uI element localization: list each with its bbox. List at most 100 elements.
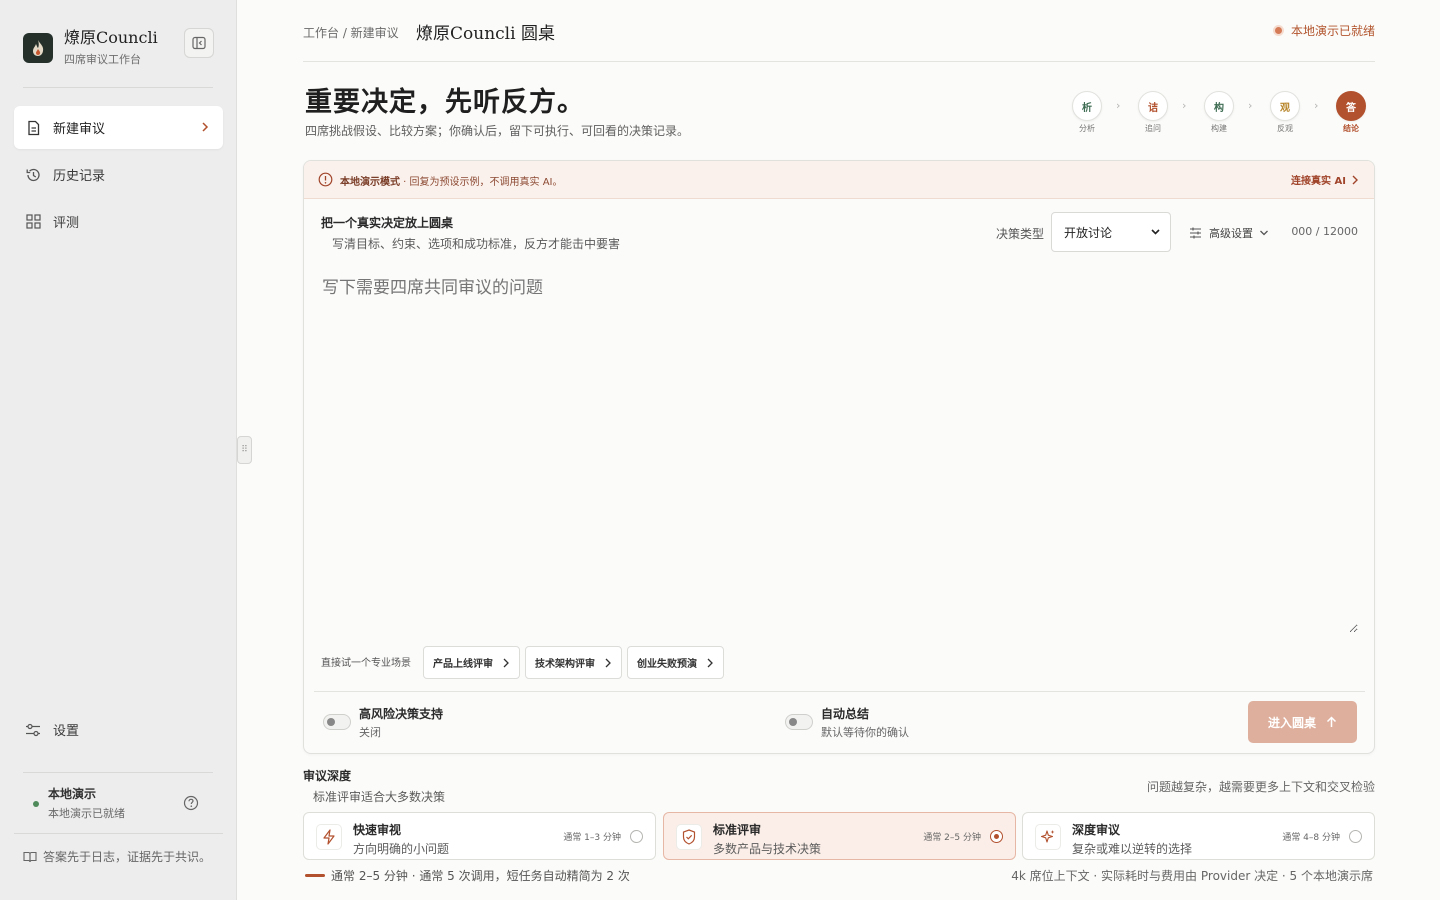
auto-summary-toggle[interactable] [785, 714, 813, 730]
chevron-right-icon: › [1248, 99, 1253, 112]
step-glyph: 构 [1204, 91, 1234, 121]
depth-subtitle: 标准评审适合大多数决策 [313, 790, 446, 804]
flame-logo-icon [23, 32, 53, 63]
chevron-right-icon: › [1116, 99, 1121, 112]
advanced-settings-button[interactable]: 高级设置 [1189, 225, 1269, 241]
depth-indicator-bar [305, 874, 325, 877]
motto-text: 答案先于日志，证据先于共识。 [43, 850, 212, 864]
enter-roundtable-button[interactable]: 进入圆桌 [1248, 701, 1357, 743]
banner-title: 本地演示模式 [340, 177, 400, 188]
divider [14, 833, 223, 834]
divider [314, 691, 1365, 692]
status-subtitle: 本地演示已就绪 [48, 807, 125, 820]
collapse-sidebar-button[interactable] [184, 28, 214, 58]
option-title: 标准评审 [713, 823, 762, 837]
step-analyze: 析 分析 [1072, 91, 1102, 134]
option-subtitle: 多数产品与技术决策 [713, 842, 822, 856]
stage-stepper: 析 分析 › 诘 追问 › 构 构建 › 观 反观 › 答 结论 [1072, 91, 1372, 135]
shield-icon [676, 824, 702, 850]
option-radio[interactable] [990, 830, 1003, 843]
toggle-knob [327, 718, 335, 726]
hero-subline: 四席挑战假设、比较方案；你确认后，留下可执行、可回看的决策记录。 [305, 124, 690, 138]
step-reflect: 观 反观 [1270, 91, 1300, 134]
depth-option-quick[interactable]: 快速审视 方向明确的小问题 通常 1–3 分钟 [303, 812, 656, 860]
chevron-right-icon [202, 122, 209, 132]
step-question: 诘 追问 [1138, 91, 1168, 134]
option-radio[interactable] [1349, 830, 1362, 843]
document-icon [25, 120, 41, 136]
scenario-chip-label: 产品上线评审 [433, 659, 493, 670]
option-subtitle: 方向明确的小问题 [353, 842, 450, 856]
grid-icon [25, 214, 41, 230]
enter-roundtable-label: 进入圆桌 [1267, 715, 1316, 730]
step-label: 结论 [1343, 124, 1359, 133]
sidebar-collapse-icon [192, 36, 206, 50]
history-icon [25, 167, 41, 183]
auto-summary-title: 自动总结 [821, 707, 870, 721]
composer-subheading: 写清目标、约束、选项和成功标准，反方才能击中要害 [332, 237, 621, 251]
composer-heading: 把一个真实决定放上圆桌 [321, 216, 454, 230]
connect-ai-label: 连接真实 AI [1291, 176, 1346, 187]
demo-mode-banner: 本地演示模式 · 回复为预设示例，不调用真实 AI。 连接真实 AI [304, 161, 1374, 199]
option-title: 深度审议 [1072, 823, 1121, 837]
sidebar-item-label: 评测 [53, 216, 80, 231]
option-radio[interactable] [630, 830, 643, 843]
scenario-chip-premortem[interactable]: 创业失败预演 [627, 646, 724, 679]
status-dot [33, 801, 39, 807]
divider [23, 87, 213, 88]
status-badge: 本地演示已就绪 [1274, 22, 1375, 39]
toggle-knob [789, 718, 797, 726]
chevron-right-icon [707, 658, 713, 668]
step-glyph: 诘 [1138, 91, 1168, 121]
book-icon [23, 850, 37, 868]
status-text: 本地演示已就绪 [1290, 24, 1375, 38]
decision-type-label: 决策类型 [996, 227, 1045, 241]
brand-subtitle: 四席审议工作台 [64, 53, 141, 66]
depth-footer-context: 4k 席位上下文 · 实际耗时与费用由 Provider 决定 · 5 个本地演… [1011, 869, 1373, 883]
step-label: 反观 [1277, 124, 1293, 133]
local-demo-status: 本地演示 本地演示已就绪 [23, 783, 213, 825]
chevron-right-icon: › [1182, 99, 1187, 112]
sidebar-item-new-review[interactable]: 新建审议 [14, 106, 223, 149]
status-title: 本地演示 [48, 787, 97, 801]
chevron-right-icon [605, 658, 611, 668]
arrow-up-icon [1326, 716, 1337, 727]
depth-footer-info: 通常 2–5 分钟 · 通常 5 次调用，短任务自动精简为 2 次 [331, 869, 630, 883]
lightning-icon [316, 824, 342, 850]
breadcrumb[interactable]: 工作台 / 新建审议 [303, 24, 399, 41]
high-risk-toggle[interactable] [323, 714, 351, 730]
sparkle-icon [1035, 824, 1061, 850]
decision-type-select[interactable]: 开放讨论 [1051, 212, 1171, 252]
scenario-chip-product-launch[interactable]: 产品上线评审 [423, 646, 520, 679]
depth-option-standard[interactable]: 标准评审 多数产品与技术决策 通常 2–5 分钟 [663, 812, 1016, 860]
sidebar-item-evaluation[interactable]: 评测 [14, 200, 223, 243]
connect-ai-link[interactable]: 连接真实 AI [1291, 172, 1358, 187]
step-conclusion: 答 结论 [1336, 91, 1366, 134]
chevron-right-icon [503, 658, 509, 668]
help-icon[interactable] [183, 795, 199, 815]
step-build: 构 构建 [1204, 91, 1234, 134]
scenario-label: 直接试一个专业场景 [321, 658, 411, 669]
high-risk-title: 高风险决策支持 [359, 707, 444, 721]
step-label: 分析 [1079, 124, 1095, 133]
depth-option-deep[interactable]: 深度审议 复杂或难以逆转的选择 通常 4–8 分钟 [1022, 812, 1375, 860]
advanced-settings-label: 高级设置 [1209, 227, 1253, 240]
step-label: 追问 [1145, 124, 1161, 133]
option-title: 快速审视 [353, 823, 402, 837]
status-dot [1274, 27, 1282, 34]
high-risk-status: 关闭 [359, 726, 381, 739]
depth-note: 问题越复杂，越需要更多上下文和交叉检验 [1146, 780, 1375, 794]
depth-title: 审议深度 [303, 769, 352, 783]
option-time: 通常 2–5 分钟 [923, 833, 981, 843]
scenario-chip-label: 创业失败预演 [637, 659, 697, 670]
chevron-right-icon: › [1314, 99, 1319, 112]
sidebar-resize-handle[interactable]: ⠿ [237, 436, 252, 464]
brand-title: 燎原Councli [64, 28, 158, 47]
option-time: 通常 4–8 分钟 [1282, 833, 1340, 843]
motto: 答案先于日志，证据先于共识。 [23, 848, 213, 868]
sidebar-item-settings[interactable]: 设置 [14, 708, 223, 751]
sidebar-item-history[interactable]: 历史记录 [14, 153, 223, 196]
question-input[interactable] [322, 273, 1358, 633]
scenario-chip-architecture[interactable]: 技术架构评审 [525, 646, 622, 679]
step-glyph: 答 [1336, 91, 1366, 121]
